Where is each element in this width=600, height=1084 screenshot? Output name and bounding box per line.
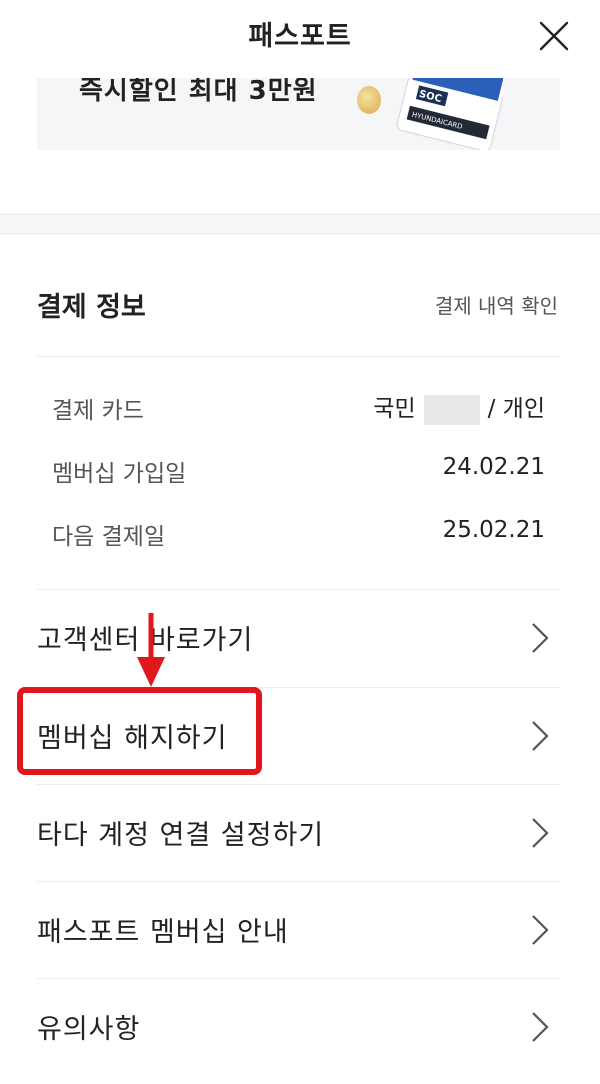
close-icon[interactable] <box>538 20 570 52</box>
payment-card-label: 결제 카드 <box>52 398 144 424</box>
chevron-right-icon <box>532 818 549 848</box>
banner-text: 즉시할인 최대 3만원 <box>79 78 318 106</box>
card-issuer: 국민 <box>373 396 416 422</box>
page: 즉시할인 최대 3만원 SOC HYUNDAICARD 패스포트 결제 정보 결… <box>0 0 600 1084</box>
card-type: / 개인 <box>487 396 545 422</box>
card-image: SOC HYUNDAICARD <box>396 78 503 150</box>
chevron-right-icon <box>532 623 549 653</box>
chevron-right-icon <box>532 1012 549 1042</box>
annotation-arrow-icon <box>137 613 165 687</box>
chevron-right-icon <box>532 915 549 945</box>
payment-card-value: 국민 / 개인 <box>373 389 545 425</box>
next-payment-date-label: 다음 결제일 <box>52 524 166 550</box>
menu-item-label: 타다 계정 연결 설정하기 <box>37 820 325 851</box>
menu-item-membership-guide[interactable]: 패스포트 멤버십 안내 <box>37 882 560 978</box>
divider <box>37 356 560 357</box>
payment-info-title: 결제 정보 <box>37 292 146 323</box>
promo-banner[interactable]: 즉시할인 최대 3만원 SOC HYUNDAICARD <box>37 78 560 150</box>
menu-item-notes[interactable]: 유의사항 <box>37 979 560 1075</box>
menu-item-account-link-settings[interactable]: 타다 계정 연결 설정하기 <box>37 785 560 881</box>
coin-icon <box>357 86 381 114</box>
page-title: 패스포트 <box>248 21 352 52</box>
next-payment-date-value: 25.02.21 <box>442 517 545 543</box>
masked-card-number <box>423 394 480 425</box>
membership-join-date-value: 24.02.21 <box>442 454 545 480</box>
top-bar: 패스포트 <box>0 0 600 78</box>
menu-item-customer-center[interactable]: 고객센터 바로가기 <box>37 590 560 686</box>
membership-join-date-label: 멤버십 가입일 <box>52 461 187 487</box>
chevron-right-icon <box>532 721 549 751</box>
annotation-highlight-box <box>17 687 262 775</box>
close-button[interactable] <box>532 14 576 58</box>
payment-history-link[interactable]: 결제 내역 확인 <box>435 290 558 319</box>
menu-item-label: 유의사항 <box>37 1014 141 1045</box>
menu-item-label: 패스포트 멤버십 안내 <box>37 917 289 948</box>
section-divider <box>0 214 600 234</box>
